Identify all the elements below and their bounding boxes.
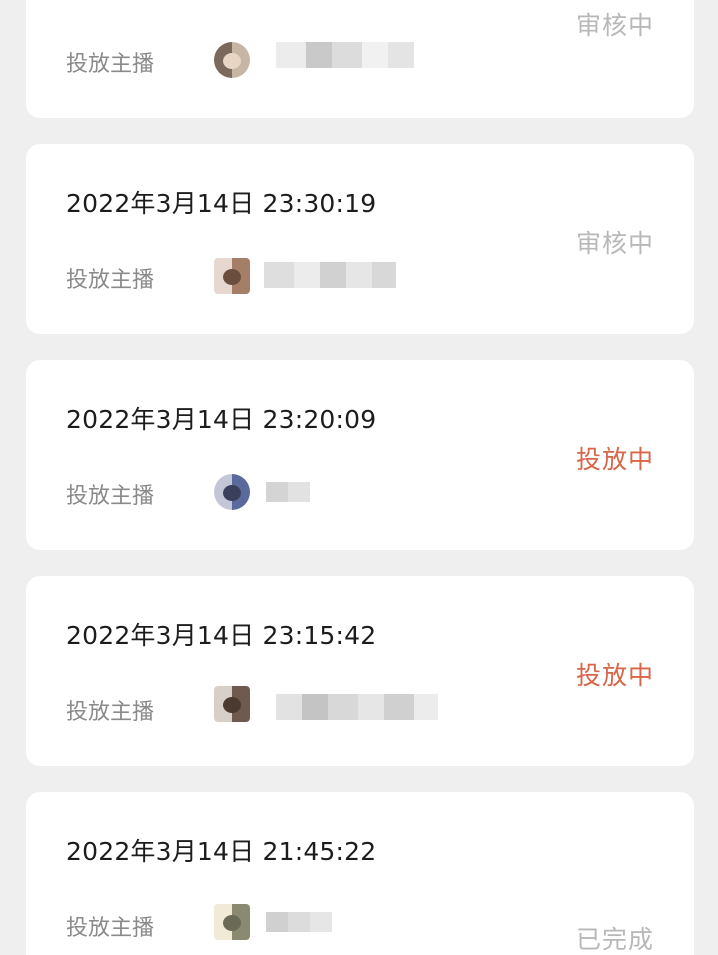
status-text: 投放中 <box>575 445 654 474</box>
order-card[interactable]: 投放主播 审核中 <box>26 0 694 118</box>
anchor-avatar <box>214 474 250 510</box>
anchor-name-blurred <box>266 912 332 932</box>
order-card[interactable]: 2022年3月14日 23:15:42 投放主播 投放中 <box>26 576 694 766</box>
anchor-label: 投放主播 <box>66 700 155 725</box>
anchor-name-blurred <box>276 42 414 68</box>
anchor-avatar <box>214 904 250 940</box>
status-text: 审核中 <box>575 11 654 40</box>
order-time: 2022年3月14日 23:30:19 <box>66 189 377 218</box>
anchor-label: 投放主播 <box>66 916 155 941</box>
status-text: 审核中 <box>575 229 654 258</box>
anchor-name-blurred <box>264 262 396 288</box>
anchor-name-blurred <box>266 482 310 502</box>
order-card[interactable]: 2022年3月14日 21:45:22 投放主播 已完成 <box>26 792 694 955</box>
status-text: 已完成 <box>575 925 654 954</box>
anchor-label: 投放主播 <box>66 484 155 509</box>
anchor-avatar <box>214 258 250 294</box>
order-time: 2022年3月14日 21:45:22 <box>66 837 377 866</box>
anchor-label: 投放主播 <box>66 52 155 77</box>
order-list: 投放主播 审核中 2022年3月14日 23:30:19 投放主播 审核中 20… <box>0 0 718 955</box>
order-card[interactable]: 2022年3月14日 23:20:09 投放主播 投放中 <box>26 360 694 550</box>
anchor-label: 投放主播 <box>66 268 155 293</box>
order-card[interactable]: 2022年3月14日 23:30:19 投放主播 审核中 <box>26 144 694 334</box>
order-time: 2022年3月14日 23:20:09 <box>66 405 377 434</box>
anchor-avatar <box>214 686 250 722</box>
status-text: 投放中 <box>575 661 654 690</box>
anchor-avatar <box>214 42 250 78</box>
anchor-name-blurred <box>276 694 438 720</box>
order-time: 2022年3月14日 23:15:42 <box>66 621 377 650</box>
